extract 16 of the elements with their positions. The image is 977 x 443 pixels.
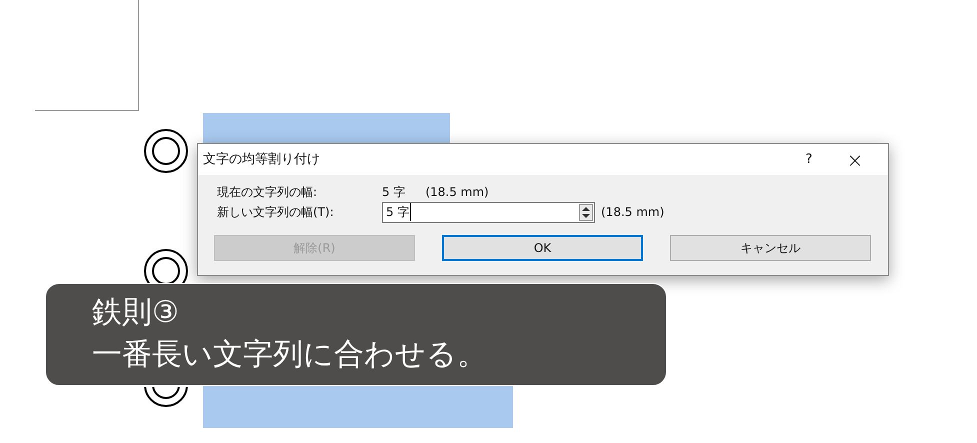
double-circle-icon — [143, 128, 189, 174]
field-value: 5 字 — [386, 203, 412, 221]
dialog-button[interactable]: キャンセル — [670, 235, 871, 261]
help-button[interactable]: ? — [786, 144, 832, 175]
width-spin-field[interactable]: 5 字 — [382, 202, 595, 222]
field-label: 現在の文字列の幅: — [217, 184, 318, 201]
close-button[interactable]: × — [832, 144, 878, 175]
current-width-value: 5 字 — [382, 184, 406, 201]
caption-text: 一番長い文字列に合わせる。 — [92, 336, 488, 374]
caption-text: 鉄則③ — [92, 294, 180, 332]
dialog-button[interactable]: OK — [442, 235, 643, 261]
field-label: 新しい文字列の幅(T): — [217, 204, 335, 221]
current-width-mm: (18.5 mm) — [425, 184, 489, 201]
new-width-mm: (18.5 mm) — [601, 204, 664, 221]
window-title: 文字の均等割り付け — [203, 150, 320, 169]
spin-arrows-icon — [579, 204, 593, 220]
